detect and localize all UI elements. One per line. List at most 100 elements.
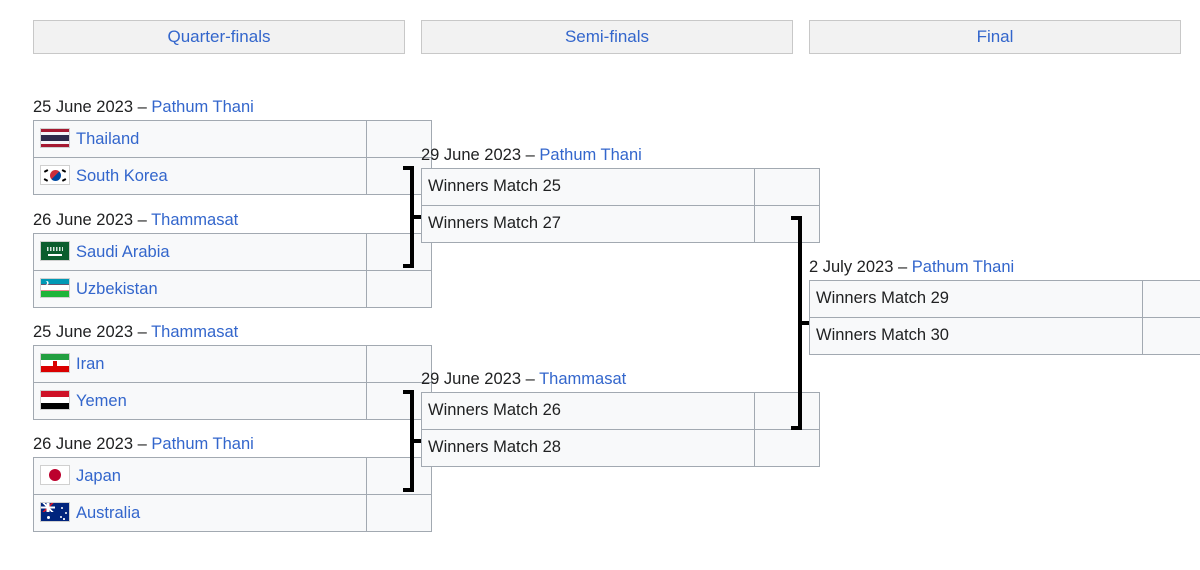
match-venue[interactable]: Pathum Thani <box>539 146 641 164</box>
thailand-flag <box>40 128 70 149</box>
team-name[interactable]: Yemen <box>76 393 127 411</box>
score-cell <box>754 392 820 430</box>
team-name: Winners Match 27 <box>428 214 561 233</box>
meta-separator: – <box>137 98 147 116</box>
team-name: Winners Match 25 <box>428 177 561 196</box>
score-cell <box>1142 317 1200 355</box>
table-row[interactable]: Winners Match 26 <box>421 392 820 430</box>
table-row[interactable]: Saudi Arabia <box>33 233 432 271</box>
match-quarter-final-4: 26 June 2023 – Pathum Thani Japan Austra… <box>33 433 432 532</box>
match-final: 2 July 2023 – Pathum Thani Winners Match… <box>809 256 1200 355</box>
team-cell: Winners Match 29 <box>809 280 1143 318</box>
team-name[interactable]: Iran <box>76 356 104 374</box>
score-cell <box>366 494 432 532</box>
team-name[interactable]: South Korea <box>76 168 168 186</box>
match-date: 25 June 2023 <box>33 323 134 341</box>
team-cell: Uzbekistan <box>33 270 367 308</box>
match-semi-final-2: 29 June 2023 – Thammasat Winners Match 2… <box>421 368 820 467</box>
table-row[interactable]: Winners Match 28 <box>421 429 820 467</box>
match-venue[interactable]: Pathum Thani <box>151 435 253 453</box>
team-name[interactable]: Japan <box>76 468 121 486</box>
round-header-quarter-finals[interactable]: Quarter-finals <box>33 20 405 54</box>
meta-separator: – <box>137 435 147 453</box>
match-table: Winners Match 29 Winners Match 30 <box>809 280 1200 355</box>
team-cell: Japan <box>33 457 367 495</box>
match-meta: 29 June 2023 – Pathum Thani <box>421 144 793 168</box>
table-row[interactable]: South Korea <box>33 157 432 195</box>
team-cell: Yemen <box>33 382 367 420</box>
match-venue[interactable]: Thammasat <box>151 323 238 341</box>
meta-separator: – <box>137 211 147 229</box>
team-name[interactable]: Saudi Arabia <box>76 244 170 262</box>
team-cell: Winners Match 25 <box>421 168 755 206</box>
score-cell <box>754 205 820 243</box>
table-row[interactable]: Winners Match 25 <box>421 168 820 206</box>
team-name[interactable]: Thailand <box>76 131 139 149</box>
round-header-label: Quarter-finals <box>167 27 271 46</box>
iran-flag <box>40 353 70 374</box>
match-table: Saudi Arabia Uzbekistan <box>33 233 432 308</box>
team-name: Winners Match 28 <box>428 438 561 457</box>
round-header-label: Semi-finals <box>564 27 650 46</box>
match-venue[interactable]: Pathum Thani <box>151 98 253 116</box>
team-name[interactable]: Australia <box>76 505 140 523</box>
japan-flag <box>40 465 70 486</box>
table-row[interactable]: Uzbekistan <box>33 270 432 308</box>
round-header-label: Final <box>976 27 1014 46</box>
match-quarter-final-3: 25 June 2023 – Thammasat Iran Yemen <box>33 321 432 420</box>
team-cell: Thailand <box>33 120 367 158</box>
match-venue[interactable]: Thammasat <box>151 211 238 229</box>
round-header-final[interactable]: Final <box>809 20 1181 54</box>
match-semi-final-1: 29 June 2023 – Pathum Thani Winners Matc… <box>421 144 820 243</box>
uzbekistan-flag <box>40 278 70 299</box>
team-cell: Winners Match 27 <box>421 205 755 243</box>
score-cell <box>754 168 820 206</box>
match-table: Iran Yemen <box>33 345 432 420</box>
match-quarter-final-1: 25 June 2023 – Pathum Thani Thailand Sou… <box>33 96 432 195</box>
south-korea-flag <box>40 165 70 186</box>
match-date: 25 June 2023 <box>33 98 134 116</box>
table-row[interactable]: Winners Match 29 <box>809 280 1200 318</box>
meta-separator: – <box>525 146 535 164</box>
round-header-semi-finals[interactable]: Semi-finals <box>421 20 793 54</box>
match-venue[interactable]: Thammasat <box>539 370 626 388</box>
match-table: Winners Match 26 Winners Match 28 <box>421 392 820 467</box>
match-meta: 26 June 2023 – Thammasat <box>33 209 405 233</box>
team-cell: Winners Match 26 <box>421 392 755 430</box>
table-row[interactable]: Japan <box>33 457 432 495</box>
match-date: 26 June 2023 <box>33 435 134 453</box>
team-cell: Winners Match 30 <box>809 317 1143 355</box>
match-quarter-final-2: 26 June 2023 – Thammasat Saudi Arabia Uz… <box>33 209 432 308</box>
score-cell <box>1142 280 1200 318</box>
meta-separator: – <box>898 258 908 276</box>
tournament-bracket: Quarter-finals Semi-finals Final 25 June… <box>0 0 1200 570</box>
match-meta: 25 June 2023 – Thammasat <box>33 321 405 345</box>
match-table: Japan Australia <box>33 457 432 532</box>
team-name: Winners Match 26 <box>428 401 561 420</box>
team-name: Winners Match 29 <box>816 289 949 308</box>
table-row[interactable]: Thailand <box>33 120 432 158</box>
table-row[interactable]: Iran <box>33 345 432 383</box>
match-meta: 26 June 2023 – Pathum Thani <box>33 433 405 457</box>
match-date: 29 June 2023 <box>421 146 522 164</box>
team-cell: Winners Match 28 <box>421 429 755 467</box>
meta-separator: – <box>137 323 147 341</box>
match-venue[interactable]: Pathum Thani <box>912 258 1014 276</box>
match-table: Thailand South Korea <box>33 120 432 195</box>
table-row[interactable]: Yemen <box>33 382 432 420</box>
match-meta: 2 July 2023 – Pathum Thani <box>809 256 1181 280</box>
team-name[interactable]: Uzbekistan <box>76 281 158 299</box>
yemen-flag <box>40 390 70 411</box>
score-cell <box>366 270 432 308</box>
table-row[interactable]: Winners Match 27 <box>421 205 820 243</box>
table-row[interactable]: Australia <box>33 494 432 532</box>
saudi-arabia-flag <box>40 241 70 262</box>
team-cell: South Korea <box>33 157 367 195</box>
team-cell: Australia <box>33 494 367 532</box>
match-date: 29 June 2023 <box>421 370 522 388</box>
match-meta: 25 June 2023 – Pathum Thani <box>33 96 405 120</box>
team-cell: Iran <box>33 345 367 383</box>
match-meta: 29 June 2023 – Thammasat <box>421 368 793 392</box>
match-table: Winners Match 25 Winners Match 27 <box>421 168 820 243</box>
table-row[interactable]: Winners Match 30 <box>809 317 1200 355</box>
